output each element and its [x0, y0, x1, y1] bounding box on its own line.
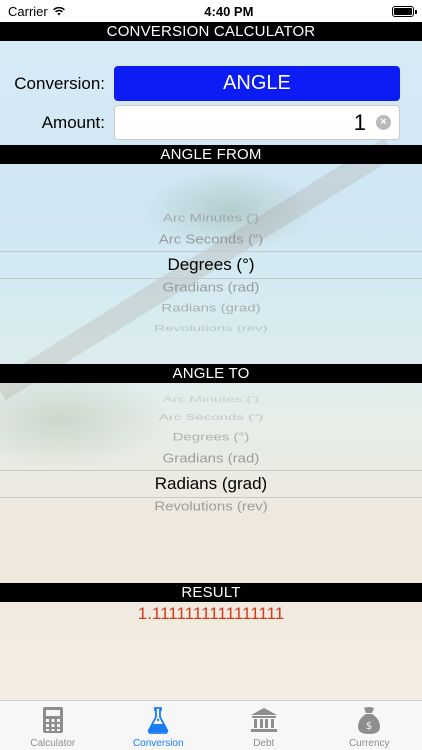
result-area: 1.1111111111111111	[0, 602, 422, 697]
calculator-icon	[42, 707, 63, 733]
picker-option[interactable]: Degrees (°)	[0, 255, 422, 275]
clear-icon[interactable]: ×	[376, 115, 391, 130]
picker-option[interactable]: Revolutions (rev)	[0, 323, 422, 333]
result-value: 1.1111111111111111	[137, 604, 285, 623]
picker-option[interactable]: Arc Minutes (')	[0, 212, 422, 224]
from-picker-title: ANGLE FROM	[0, 145, 422, 164]
conversion-type-button[interactable]: ANGLE	[114, 66, 400, 101]
carrier-label: Carrier	[8, 3, 48, 19]
tab-currency[interactable]: $ Currency	[317, 701, 422, 750]
tab-label: Conversion	[132, 738, 184, 749]
status-bar: Carrier 4:40 PM	[0, 0, 422, 22]
battery-icon	[392, 5, 417, 17]
picker-selection-line	[0, 497, 422, 498]
picker-option[interactable]: Gradians (rad)	[0, 452, 422, 467]
picker-option[interactable]: Radians (grad)	[0, 302, 422, 314]
picker-selection-line	[0, 470, 422, 471]
tab-label: Debt	[253, 738, 275, 749]
picker-option[interactable]: Degrees (°)	[0, 431, 422, 443]
amount-label: Amount:	[41, 112, 105, 132]
amount-value: 1	[353, 109, 366, 135]
tab-calculator[interactable]: Calculator	[0, 701, 106, 750]
picker-option[interactable]: Revolutions (rev)	[0, 499, 422, 514]
picker-selection-line	[0, 251, 422, 252]
picker-option[interactable]: Gradians (rad)	[0, 280, 422, 295]
from-unit-picker[interactable]: Arc Minutes (') Arc Seconds (") Degrees (°…	[0, 164, 422, 364]
conversion-form: Conversion: ANGLE Amount: 1 ×	[0, 41, 422, 145]
tab-label: Currency	[348, 738, 390, 749]
picker-option[interactable]: Arc Seconds (")	[0, 233, 422, 248]
to-picker-title: ANGLE TO	[0, 364, 422, 383]
tab-label: Calculator	[30, 738, 76, 749]
status-time: 4:40 PM	[204, 3, 254, 19]
tab-conversion[interactable]: Conversion	[106, 701, 212, 750]
money-bag-icon: $	[358, 707, 381, 734]
picker-selection-line	[0, 278, 422, 279]
result-title: RESULT	[0, 583, 422, 602]
picker-option[interactable]: Arc Seconds (")	[0, 413, 422, 423]
tab-bar: Calculator Conversion Debt $ Currency	[0, 700, 422, 750]
tab-debt[interactable]: Debt	[211, 701, 317, 750]
to-unit-picker[interactable]: Arc Minutes (') Arc Seconds (") Degrees (°…	[0, 383, 422, 583]
picker-option[interactable]: Arc Minutes (')	[0, 395, 422, 404]
amount-input[interactable]: 1 ×	[114, 105, 400, 140]
flask-icon	[148, 707, 169, 734]
bank-icon	[250, 708, 277, 732]
page-title: CONVERSION CALCULATOR	[0, 22, 422, 41]
svg-text:$: $	[366, 721, 372, 732]
wifi-icon	[52, 6, 65, 16]
conversion-label: Conversion:	[14, 73, 105, 93]
picker-option[interactable]: Radians (grad)	[0, 474, 422, 494]
